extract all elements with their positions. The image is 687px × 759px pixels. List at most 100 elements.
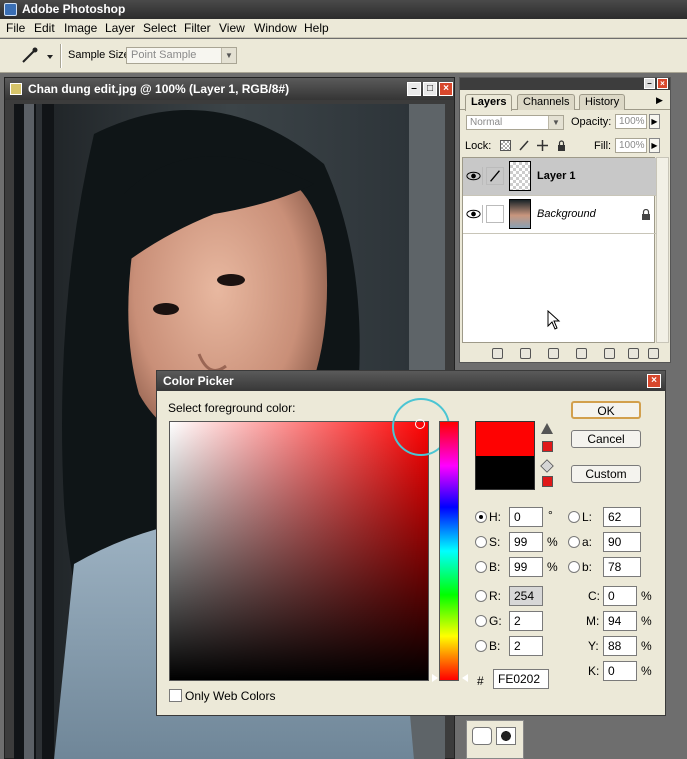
menu-filter[interactable]: Filter [184,21,211,35]
hue-radio[interactable] [475,511,487,523]
menu-bar: File Edit Image Layer Select Filter View… [0,19,687,38]
add-layer-style-icon[interactable] [520,348,531,359]
black-input[interactable]: 0 [603,661,637,681]
link-cell[interactable] [486,205,504,223]
custom-button[interactable]: Custom [571,465,641,483]
menu-edit[interactable]: Edit [34,21,55,35]
blue-radio[interactable] [475,640,487,652]
menu-image[interactable]: Image [64,21,97,35]
layer-row-layer-1[interactable]: Layer 1 [463,158,656,196]
saturation-label: S: [489,535,501,549]
palette-close-button[interactable]: × [657,78,668,89]
standard-mode-icon[interactable] [472,727,492,745]
palette-menu-arrow-icon[interactable]: ▶ [656,95,663,106]
web-safe-color-swatch[interactable] [542,476,553,487]
document-title-bar[interactable]: Chan dung edit.jpg @ 100% (Layer 1, RGB/… [5,78,454,100]
adjustment-layer-icon[interactable] [604,348,615,359]
new-layer-icon[interactable] [628,348,639,359]
minimize-button[interactable]: – [407,82,421,96]
brightness-input[interactable]: 99 [509,557,543,577]
saturation-radio[interactable] [475,536,487,548]
out-of-gamut-warning-icon[interactable] [541,423,553,434]
blend-mode-select[interactable]: Normal ▼ [466,115,564,130]
add-mask-icon[interactable] [548,348,559,359]
menu-help[interactable]: Help [304,21,329,35]
hue-label: H: [489,510,501,524]
gamut-color-swatch[interactable] [542,441,553,452]
layer-row-background[interactable]: Background [463,196,656,234]
lab-b-input[interactable]: 78 [603,557,641,577]
menu-window[interactable]: Window [254,21,297,35]
trash-icon[interactable] [648,348,659,359]
fill-arrow-icon[interactable]: ▶ [649,138,660,153]
green-input[interactable]: 2 [509,611,543,631]
dialog-title-bar[interactable]: Color Picker × [157,371,665,391]
green-radio[interactable] [475,615,487,627]
web-safe-cube-icon[interactable] [540,459,554,473]
lab-l-input[interactable]: 62 [603,507,641,527]
lock-label: Lock: [465,140,492,152]
link-layers-icon[interactable] [492,348,503,359]
hue-slider-left-arrow[interactable] [432,674,438,682]
color-field[interactable] [169,421,429,681]
lock-transparency-icon[interactable] [500,140,511,151]
menu-layer[interactable]: Layer [105,21,135,35]
layer-name: Background [537,208,596,220]
saturation-input[interactable]: 99 [509,532,543,552]
brush-link-icon[interactable] [486,167,504,185]
eye-visibility-icon[interactable] [465,167,483,185]
lab-a-input[interactable]: 90 [603,532,641,552]
menu-select[interactable]: Select [143,21,176,35]
lab-b-radio[interactable] [568,561,580,573]
hex-input[interactable]: FE0202 [493,669,549,689]
hue-input[interactable]: 0 [509,507,543,527]
menu-file[interactable]: File [6,21,25,35]
green-label: G: [489,614,502,628]
color-picker-dialog: Color Picker × Select foreground color: … [156,370,666,716]
cyan-input[interactable]: 0 [603,586,637,606]
maximize-button[interactable]: □ [423,82,437,96]
close-button[interactable]: × [439,82,453,96]
tab-channels[interactable]: Channels [517,94,576,110]
only-web-colors-label: Only Web Colors [185,689,276,703]
opacity-input[interactable]: 100% [615,114,647,129]
blue-input[interactable]: 2 [509,636,543,656]
brightness-radio[interactable] [475,561,487,573]
eye-visibility-icon[interactable] [465,205,483,223]
lock-image-brush-icon[interactable] [518,140,529,151]
palette-title-bar[interactable]: – × [460,78,670,90]
fill-label: Fill: [594,140,612,152]
yellow-input[interactable]: 88 [603,636,637,656]
opacity-arrow-icon[interactable]: ▶ [649,114,660,129]
lab-l-radio[interactable] [568,511,580,523]
new-group-icon[interactable] [576,348,587,359]
red-input[interactable]: 254 [509,586,543,606]
sample-size-select[interactable]: Point Sample ▼ [126,47,237,64]
only-web-colors-checkbox[interactable] [169,689,182,702]
red-radio[interactable] [475,590,487,602]
tab-layers[interactable]: Layers [465,94,513,111]
cyan-unit: % [641,589,652,603]
fill-input[interactable]: 100% [615,138,647,153]
eyedropper-tool-icon[interactable] [18,47,56,65]
layer-thumbnail [509,199,531,229]
yellow-label: Y: [588,639,599,653]
ok-button[interactable]: OK [571,401,641,419]
hex-label: # [477,674,484,688]
lab-a-radio[interactable] [568,536,580,548]
sample-size-value: Point Sample [131,49,197,61]
lock-position-move-icon[interactable] [537,140,548,151]
layers-scrollbar[interactable] [656,157,669,343]
menu-view[interactable]: View [219,21,245,35]
tab-history[interactable]: History [579,94,626,110]
cancel-button[interactable]: Cancel [571,430,641,448]
current-color-swatch[interactable] [475,456,535,490]
hue-slider-right-arrow[interactable] [462,674,468,682]
lock-all-icon[interactable] [556,140,567,151]
dialog-close-button[interactable]: × [647,374,661,388]
saturation-unit: % [547,535,558,549]
hue-slider[interactable] [439,421,459,681]
magenta-input[interactable]: 94 [603,611,637,631]
palette-minimize-button[interactable]: – [644,78,655,89]
quick-mask-mode-icon[interactable] [496,727,516,745]
